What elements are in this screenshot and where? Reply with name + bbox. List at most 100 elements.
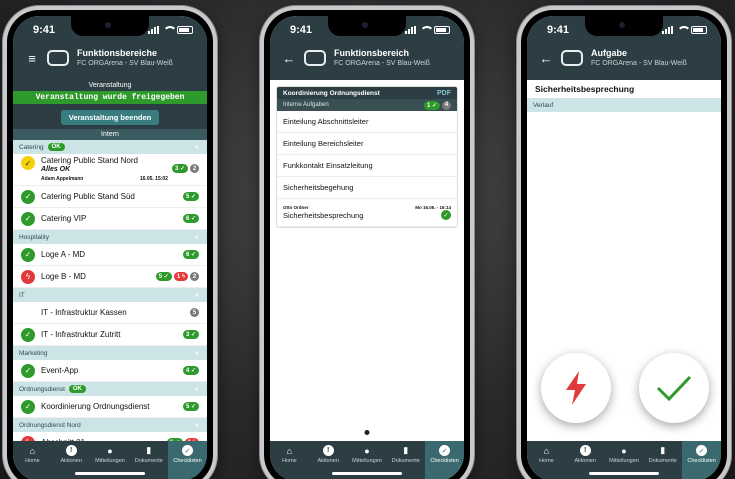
menu-icon[interactable]: ≡	[25, 51, 39, 66]
count-badge: 3 ✓	[171, 164, 188, 173]
alert-icon: !	[322, 445, 334, 456]
back-arrow-icon[interactable]: ←	[282, 51, 296, 66]
tab-label: Aktionen	[60, 458, 82, 464]
mark-done-button[interactable]	[639, 353, 709, 423]
status-time: 9:41	[33, 24, 56, 36]
section-header: Catering OK ×	[13, 140, 207, 154]
list-item[interactable]: ϟ Loge B - MD 5 ✓ 1 ϟ2	[13, 266, 207, 288]
count-badge: 5 ✓	[182, 192, 199, 201]
list-item[interactable]: ✓ Catering VIP 6 ✓	[13, 208, 207, 230]
collapse-icon[interactable]: ×	[194, 143, 199, 152]
item-badges: 5	[190, 308, 199, 317]
item-label: Event-App	[41, 366, 79, 375]
report-problem-button[interactable]	[541, 353, 611, 423]
item-label: Koordinierung Ordnungsdienst	[41, 402, 150, 411]
task-row[interactable]: Sicherheitsbegehung	[277, 177, 457, 199]
section-name: Marketing	[19, 349, 48, 357]
phone-functional-area-detail: 9:41 ← Funktionsbereich FC ORGArena - SV …	[260, 6, 474, 479]
item-badges: 5 ✓	[182, 192, 199, 201]
task-count-badges: 1 ✓ 4	[423, 100, 451, 110]
item-author: Adam Appelmann	[41, 176, 84, 182]
back-arrow-icon[interactable]: ←	[539, 51, 553, 66]
collapse-icon[interactable]: ×	[194, 421, 199, 430]
pdf-button[interactable]: PDF	[437, 90, 451, 97]
count-badge: 6 ✓	[182, 214, 199, 223]
count-badge: 5 ✓	[155, 272, 172, 281]
check-icon	[656, 375, 692, 402]
tab-home[interactable]: ⌂ Home	[527, 441, 566, 479]
tab-label: Home	[539, 458, 554, 464]
collapse-icon[interactable]: ×	[194, 233, 199, 242]
count-badge: 6 ✓	[182, 250, 199, 259]
collapse-icon[interactable]: ×	[194, 349, 199, 358]
ok-badge: OK	[47, 143, 65, 151]
check-icon: ✓	[441, 210, 451, 220]
signal-icon	[405, 26, 416, 34]
battery-icon	[177, 26, 193, 34]
collapse-icon[interactable]: ×	[194, 291, 199, 300]
home-indicator	[332, 472, 402, 475]
app-logo	[47, 50, 69, 66]
tab-checklisten[interactable]: ✓ Checklisten	[168, 441, 207, 479]
check-icon: ✓	[21, 156, 35, 170]
item-label: Loge B - MD	[41, 272, 86, 281]
section-name: Catering	[19, 143, 44, 151]
battery-icon	[434, 26, 450, 34]
event-label: Veranstaltung	[13, 80, 207, 91]
status-time: 9:41	[290, 24, 313, 36]
wifi-icon	[163, 26, 177, 34]
card-title: Koordinierung Ordnungsdienst	[283, 89, 380, 97]
intern-label: Intern	[13, 129, 207, 140]
count-badge: 2	[190, 164, 199, 173]
list-item[interactable]: ✓ Catering Public Stand Süd 5 ✓	[13, 186, 207, 208]
section-header: Ordnungsdienst Nord ×	[13, 418, 207, 432]
check-icon: ✓	[21, 189, 35, 204]
page-title: Funktionsbereiche	[77, 48, 158, 58]
tab-label: Dokumente	[648, 458, 677, 464]
item-label: IT - Infrastruktur Kassen	[41, 308, 127, 317]
list-item[interactable]: ✓ Koordinierung Ordnungsdienst 5 ✓	[13, 396, 207, 418]
list-item[interactable]: ✓ IT - Infrastruktur Zutritt 3 ✓	[13, 324, 207, 346]
bolt-icon: ϟ	[21, 269, 35, 284]
tab-label: Checklisten	[430, 458, 459, 464]
wifi-icon	[677, 26, 691, 34]
tab-home[interactable]: ⌂ Home	[270, 441, 309, 479]
task-row-meeting[interactable]: Otto Ordner Mo 16.05. - 16:14 Sicherheits…	[277, 199, 457, 227]
checklist-icon: ✓	[439, 445, 451, 456]
item-badges: 3 ✓ 2	[171, 164, 199, 173]
event-released-banner: Veranstaltung wurde freigegeben	[13, 91, 207, 104]
page-subtitle: FC ORGArena - SV Blau-Weiß	[591, 60, 687, 67]
checklist-icon: ✓	[182, 445, 194, 456]
check-icon: ✓	[21, 211, 35, 226]
tab-checklisten[interactable]: ✓ Checklisten	[425, 441, 464, 479]
item-badges: 5 ✓ 1 ϟ2	[155, 272, 199, 281]
end-event-button[interactable]: Veranstaltung beenden	[60, 110, 160, 125]
alert-icon: !	[579, 445, 591, 456]
page-subtitle: FC ORGArena - SV Blau-Weiß	[334, 60, 430, 67]
page-title: Funktionsbereich	[334, 48, 410, 58]
chat-icon: ●	[107, 445, 113, 456]
list-item[interactable]: ✓ Loge A - MD 6 ✓	[13, 244, 207, 266]
list-item[interactable]: IT - Infrastruktur Kassen 5	[13, 302, 207, 324]
task-row[interactable]: Einteilung Bereichsleiter	[277, 133, 457, 155]
list-item[interactable]: ✓ Catering Public Stand Nord Alles OK Adam …	[13, 154, 207, 186]
item-label: Loge A - MD	[41, 250, 86, 259]
check-icon: ✓	[21, 399, 35, 414]
tab-label: Aktionen	[574, 458, 596, 464]
item-label: Catering VIP	[41, 214, 87, 223]
chat-icon: ●	[364, 445, 370, 456]
count-badge: 5 ✓	[182, 402, 199, 411]
task-row[interactable]: Einteilung Abschnittsleiter	[277, 111, 457, 133]
task-row[interactable]: Funkkontakt Einsatzleitung	[277, 155, 457, 177]
section-header: Marketing ×	[13, 346, 207, 360]
battery-icon	[691, 26, 707, 34]
item-badges: 4 ✓	[182, 366, 199, 375]
tab-label: Aktionen	[317, 458, 339, 464]
tab-home[interactable]: ⌂ Home	[13, 441, 52, 479]
tab-checklisten[interactable]: ✓ Checklisten	[682, 441, 721, 479]
collapse-icon[interactable]: ×	[194, 385, 199, 394]
count-badge: 4	[442, 100, 451, 110]
count-badge: 2	[190, 272, 199, 281]
list-item[interactable]: ✓ Event-App 4 ✓	[13, 360, 207, 382]
task-card: Koordinierung Ordnungsdienst PDF Interne …	[276, 86, 458, 228]
